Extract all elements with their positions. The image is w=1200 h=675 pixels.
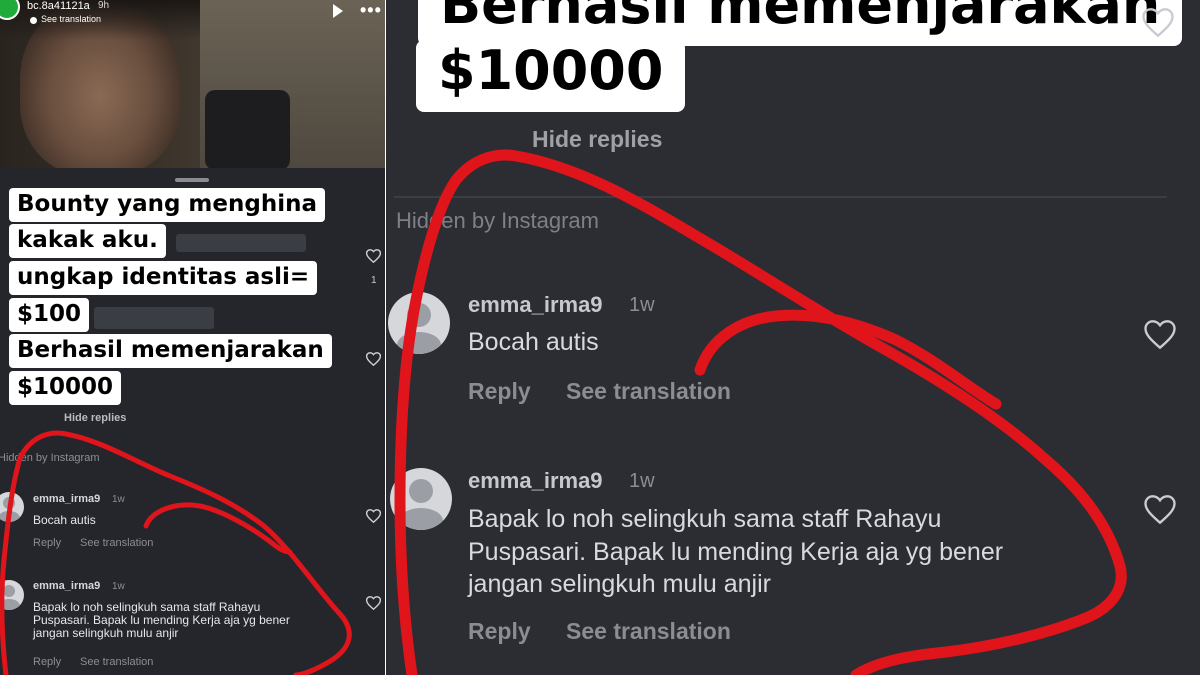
story-phone: [205, 90, 290, 168]
heart-icon[interactable]: [1142, 8, 1174, 37]
story-time: 9h: [98, 0, 110, 11]
comment-text: Bapak lo noh selingkuh sama staff Rahayu: [468, 505, 942, 533]
comment-time: 1w: [629, 294, 655, 316]
caption-line: ungkap identitas asli=: [9, 261, 318, 295]
comment-time: 1w: [112, 581, 125, 592]
redacted-text: [94, 307, 214, 329]
right-zoomed-screenshot: Berhasil memenjarakan $10000 Hide replie…: [386, 0, 1200, 675]
more-icon[interactable]: •••: [360, 0, 382, 21]
caption-line: $10000: [9, 371, 122, 405]
avatar-placeholder-icon[interactable]: [390, 468, 452, 530]
reply-button[interactable]: Reply: [33, 537, 61, 549]
caption-line: Berhasil memenjarakan: [9, 334, 332, 368]
avatar-placeholder-icon[interactable]: [388, 292, 450, 354]
reply-button[interactable]: Reply: [33, 656, 61, 668]
comment-text: Bapak lo noh selingkuh sama staff Rahayu: [33, 600, 261, 614]
redacted-text: [176, 234, 306, 252]
hide-replies-link[interactable]: Hide replies: [532, 126, 662, 153]
caption-line: Bounty yang menghina: [9, 188, 325, 222]
avatar-placeholder-icon[interactable]: [0, 580, 24, 610]
heart-icon[interactable]: [366, 509, 381, 523]
reply-button[interactable]: Reply: [468, 378, 531, 405]
comment-username[interactable]: emma_irma9: [468, 468, 603, 494]
heart-icon[interactable]: [1144, 495, 1176, 524]
hidden-by-instagram-label: Hidden by Instagram: [0, 452, 100, 464]
story-video-frame[interactable]: bc.8a41121a 9h See translation •••: [0, 0, 385, 168]
avatar-placeholder-icon[interactable]: [0, 492, 24, 522]
story-see-translation[interactable]: See translation: [41, 14, 101, 24]
comment-text: Bocah autis: [33, 513, 96, 527]
see-translation-button[interactable]: See translation: [80, 656, 153, 668]
sheet-drag-handle[interactable]: [175, 178, 209, 182]
caption-line: kakak aku.: [9, 224, 166, 258]
story-header: bc.8a41121a 9h See translation •••: [0, 0, 385, 28]
comment-text: jangan selingkuh mulu anjir: [33, 626, 179, 640]
divider: [394, 196, 1167, 198]
comment-time: 1w: [112, 494, 125, 505]
see-translation-button[interactable]: See translation: [80, 537, 153, 549]
like-count: 1: [371, 275, 377, 286]
heart-icon[interactable]: [366, 352, 381, 366]
comment-time: 1w: [629, 470, 655, 492]
heart-icon[interactable]: [366, 596, 381, 610]
hide-replies-link[interactable]: Hide replies: [64, 412, 126, 424]
heart-icon[interactable]: [366, 249, 381, 263]
comment-text: jangan selingkuh mulu anjir: [468, 570, 771, 598]
left-screenshot: bc.8a41121a 9h See translation ••• Bount…: [0, 0, 385, 675]
see-translation-button[interactable]: See translation: [566, 378, 731, 405]
comment-text: Puspasari. Bapak lu mending Kerja aja yg…: [33, 613, 290, 627]
comment-username[interactable]: emma_irma9: [33, 580, 100, 592]
play-icon[interactable]: [333, 4, 343, 18]
story-username[interactable]: bc.8a41121a: [27, 0, 90, 12]
reply-button[interactable]: Reply: [468, 618, 531, 645]
comment-username[interactable]: emma_irma9: [33, 493, 100, 505]
heart-icon[interactable]: [1144, 320, 1176, 349]
see-translation-button[interactable]: See translation: [566, 618, 731, 645]
comment-text: Bocah autis: [468, 328, 599, 356]
translate-dot-icon: [30, 17, 37, 24]
comment-text: Puspasari. Bapak lu mending Kerja aja yg…: [468, 538, 1004, 566]
hidden-by-instagram-label: Hidden by Instagram: [396, 208, 599, 233]
comment-username[interactable]: emma_irma9: [468, 292, 603, 318]
story-avatar[interactable]: [0, 0, 20, 20]
caption-line: $10000: [416, 40, 686, 112]
caption-line: $100: [9, 298, 90, 332]
